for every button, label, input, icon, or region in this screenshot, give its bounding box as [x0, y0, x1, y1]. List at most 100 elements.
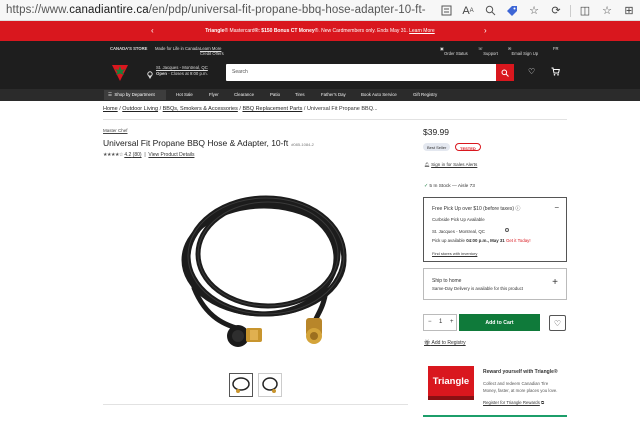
email-signup-link[interactable]: ✉ Email Sign Up	[508, 46, 538, 56]
pickup-title: Free Pick Up over $10 (before taxes) ⓘ	[432, 206, 521, 212]
breadcrumb-home[interactable]: Home	[103, 106, 118, 112]
collapse-icon[interactable]: −	[554, 203, 559, 212]
credit-offers-label: Credit Offers Learn More	[200, 46, 224, 56]
increase-qty-button[interactable]: +	[450, 319, 454, 325]
shop-by-department-button[interactable]: ☰ Shop by Department	[104, 90, 166, 100]
nav-item-patio[interactable]: Patio	[270, 92, 280, 97]
quantity-stepper[interactable]: − 1 +	[423, 314, 457, 331]
url-host: canadiantire.ca	[69, 4, 149, 16]
department-nav: ☰ Shop by Department Hot Sale Flyer Clea…	[0, 89, 640, 101]
made-for-life-label: Made for Life in Canada	[155, 46, 200, 51]
bell-icon: 🔔︎	[424, 162, 430, 167]
search-icon	[501, 69, 509, 77]
find-stores-link[interactable]: Find stores with inventory	[432, 251, 477, 256]
promo-next-icon[interactable]: ›	[484, 26, 487, 35]
register-triangle-link[interactable]: Register for Triangle Rewards ⧉	[483, 400, 544, 405]
store-selector[interactable]: St. Jacques - Montreal, QC Open · Closes…	[156, 65, 232, 77]
triangle-logo: Triangle	[428, 366, 474, 396]
cart-icon[interactable]	[551, 67, 561, 77]
thumbnail-2[interactable]	[258, 373, 282, 397]
product-title: Universal Fit Propane BBQ Hose & Adapter…	[103, 138, 314, 148]
rating-stars-icon: ★★★★☆	[103, 152, 123, 158]
support-link[interactable]: ☏ Support	[478, 46, 498, 56]
read-aloud-icon[interactable]: AA	[457, 0, 479, 21]
product-image[interactable]	[166, 178, 356, 356]
pickup-option[interactable]: Free Pick Up over $10 (before taxes) ⓘ −…	[423, 197, 567, 262]
triangle-logo-strip	[428, 396, 474, 400]
search-input[interactable]: Search	[226, 64, 514, 81]
in-stock-check-icon: ✓	[424, 184, 429, 189]
language-toggle[interactable]: FR	[553, 46, 559, 51]
add-to-registry-link[interactable]: 🎁︎ Add to Registry	[424, 340, 466, 346]
browser-toolbar: https://www.canadiantire.ca/en/pdp/unive…	[0, 0, 640, 21]
search-placeholder: Search	[232, 69, 248, 75]
breadcrumb-bbq-parts[interactable]: BBQ Replacement Parts	[242, 106, 302, 112]
expand-plus-icon[interactable]: +	[552, 277, 558, 288]
rating-link[interactable]: 4.2 (80)	[124, 152, 141, 158]
pickup-store-name: St. Jacques - Montreal, QC	[432, 229, 485, 234]
ship-subtitle: Same-Day Delivery is available for this …	[432, 286, 524, 291]
breadcrumb: Home / Outdoor Living / BBQs, Smokers & …	[103, 106, 378, 112]
order-status-link[interactable]: ▣ Order Status	[440, 46, 468, 56]
breadcrumb-current: Universal Fit Propane BBQ...	[306, 106, 378, 112]
triangle-body-line-1: Collect and redeem Canadian Tire	[483, 381, 549, 386]
canadas-store-label: CANADA'S STORE	[110, 46, 148, 51]
curbside-text: Curbside Pick Up Available	[432, 217, 485, 222]
store-name[interactable]: St. Jacques - Montreal, QC	[156, 65, 208, 70]
promo-prev-icon[interactable]: ‹	[151, 26, 154, 35]
wishlist-heart-icon[interactable]: ♡	[528, 67, 538, 77]
pickup-availability: Pick up available 04:00 p.m., May 31 Get…	[432, 238, 531, 243]
shopping-tag-icon[interactable]	[501, 0, 523, 21]
best-seller-badge: Best Seller	[423, 143, 451, 151]
promo-banner: ‹ Triangle® Mastercard®: $150 Bonus CT M…	[0, 21, 640, 41]
search-button[interactable]	[496, 64, 514, 81]
address-bar[interactable]: https://www.canadiantire.ca/en/pdp/unive…	[6, 4, 426, 16]
divider	[103, 404, 408, 405]
nav-item-clearance[interactable]: Clearance	[234, 92, 254, 97]
promo-text: Triangle® Mastercard®: $150 Bonus CT Mon…	[205, 28, 435, 34]
nav-item-flyer[interactable]: Flyer	[209, 92, 219, 97]
view-product-details-link[interactable]: View Product Details	[148, 152, 194, 158]
promo-learn-more-link[interactable]: Learn More	[409, 28, 435, 34]
favorites-icon[interactable]: ☆	[596, 0, 618, 21]
site-info-icon[interactable]	[435, 0, 457, 21]
wishlist-heart-button[interactable]: ♡	[549, 315, 566, 331]
product-title-text: Universal Fit Propane BBQ Hose & Adapter…	[103, 138, 289, 148]
nav-item-hot-sale[interactable]: Hot Sale	[176, 92, 193, 97]
canadian-tire-logo[interactable]	[110, 62, 130, 82]
ship-title: Ship to home	[432, 278, 462, 284]
add-to-cart-button[interactable]: Add to Cart	[459, 314, 540, 331]
decrease-qty-button[interactable]: −	[428, 319, 432, 325]
split-screen-icon[interactable]: ◫	[574, 0, 596, 21]
refresh-icon[interactable]: ⟳	[545, 0, 567, 21]
product-number: #085-1084-2	[291, 142, 314, 147]
nav-item-tires[interactable]: Tires	[295, 92, 305, 97]
stock-status: ✓ 5 In Stock — Aisle 73	[424, 184, 475, 189]
zoom-icon[interactable]	[479, 0, 501, 21]
ship-to-home-option[interactable]: Ship to home Same-Day Delivery is availa…	[423, 268, 567, 300]
triangle-heading: Reward yourself with Triangle®	[483, 369, 558, 375]
thumbnail-1[interactable]	[229, 373, 253, 397]
tested-badge: TESTED	[455, 143, 481, 151]
heart-icon: ♡	[553, 318, 562, 328]
url-prefix: https://www.	[6, 4, 70, 16]
nav-item-gift-registry[interactable]: Gift Registry	[413, 92, 437, 97]
gift-icon: 🎁︎	[424, 340, 431, 346]
nav-item-book-auto-service[interactable]: Book Auto Service	[361, 92, 397, 97]
product-price: $39.99	[423, 127, 449, 137]
external-link-icon: ⧉	[541, 400, 545, 405]
get-it-today-label: Get it Today!	[505, 238, 531, 243]
nav-item-fathers-day[interactable]: Father's Day	[321, 92, 346, 97]
quantity-value[interactable]: 1	[439, 319, 442, 325]
breadcrumb-outdoor-living[interactable]: Outdoor Living	[122, 106, 158, 112]
triangle-body-line-2: Money, faster, at more places you love.	[483, 388, 558, 393]
url-path: /en/pdp/universal-fit-propane-bbq-hose-a…	[148, 4, 426, 16]
info-icon[interactable]: ⓘ	[515, 206, 520, 212]
favorite-star-icon[interactable]: ☆	[523, 0, 545, 21]
sign-in-sales-alerts-link[interactable]: 🔔︎ Sign in for Sales Alerts	[424, 162, 477, 168]
collections-icon[interactable]: ⊞	[618, 0, 640, 21]
brand-link[interactable]: Master Chef	[103, 128, 128, 133]
store-info-icon[interactable]	[505, 228, 509, 232]
breadcrumb-bbqs[interactable]: BBQs, Smokers & Accessories	[163, 106, 238, 112]
divider	[103, 119, 567, 120]
